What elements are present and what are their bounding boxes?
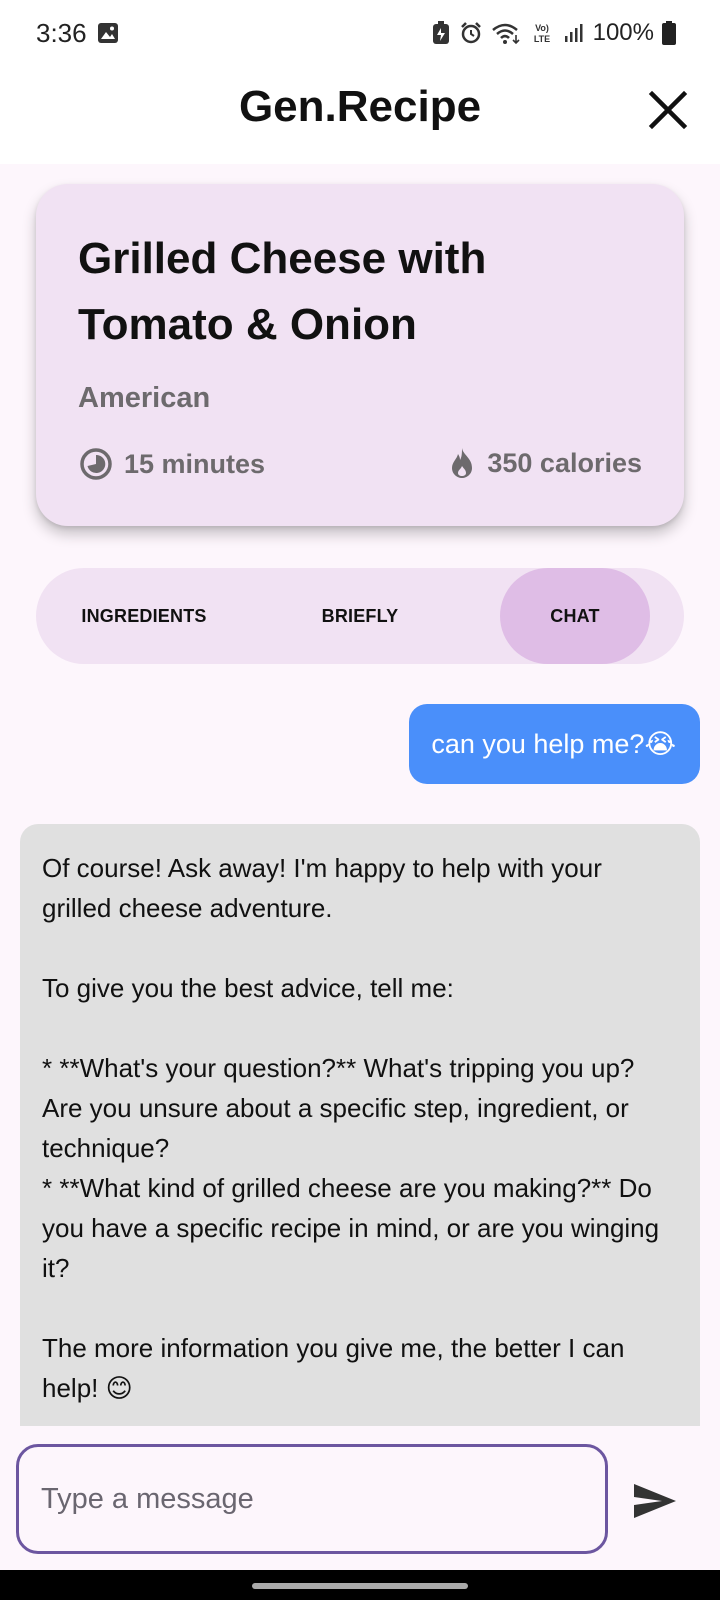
gallery-icon <box>97 22 119 44</box>
close-icon <box>648 90 688 130</box>
bot-message-gap <box>42 1288 678 1328</box>
recipe-cuisine: American <box>78 382 211 414</box>
battery-percent: 100% <box>592 19 654 46</box>
tab-chat[interactable]: CHAT <box>500 568 650 664</box>
bot-message: Of course! Ask away! I'm happy to help w… <box>20 824 700 1426</box>
status-left: 3:36 <box>36 18 119 49</box>
alarm-icon <box>459 21 483 45</box>
navigation-bar <box>0 1570 720 1600</box>
battery-saver-icon <box>431 21 451 45</box>
bot-message-line: * **What kind of grilled cheese are you … <box>42 1173 660 1283</box>
recipe-calories: 350 calories <box>447 446 642 480</box>
status-time: 3:36 <box>36 17 87 48</box>
status-right: Vo) LTE 100% <box>431 19 676 47</box>
status-bar: 3:36 Vo) LTE 100% <box>0 0 720 66</box>
bot-message-gap <box>42 1008 678 1048</box>
signal-icon <box>563 22 585 44</box>
app-bar: Gen.Recipe <box>0 66 720 164</box>
bot-message-line: * **What's your question?** What's tripp… <box>42 1053 635 1163</box>
send-icon <box>634 1484 676 1518</box>
composer <box>0 1426 720 1570</box>
tab-ingredients[interactable]: INGREDIENTS <box>36 568 252 664</box>
bot-message-line: Of course! Ask away! I'm happy to help w… <box>42 853 602 923</box>
user-message: can you help me?😭 <box>409 704 700 784</box>
svg-text:Vo): Vo) <box>535 23 549 33</box>
home-handle[interactable] <box>252 1583 468 1589</box>
recipe-tabs: INGREDIENTS BRIEFLY CHAT <box>36 568 684 664</box>
clock-icon <box>80 448 112 480</box>
volte-icon: Vo) LTE <box>529 21 555 45</box>
bot-message-gap <box>42 928 678 968</box>
recipe-time-label: 15 minutes <box>124 448 266 479</box>
bot-message-line: The more information you give me, the be… <box>42 1333 625 1403</box>
send-button[interactable] <box>630 1476 680 1526</box>
bot-message-line: To give you the best advice, tell me: <box>42 973 454 1003</box>
app-title: Gen.Recipe <box>238 82 482 131</box>
recipe-card: Grilled Cheese with Tomato & Onion Ameri… <box>36 184 684 526</box>
recipe-calories-label: 350 calories <box>487 447 642 478</box>
wifi-icon <box>491 21 521 45</box>
flame-icon <box>452 448 473 478</box>
tab-briefly[interactable]: BRIEFLY <box>252 568 468 664</box>
recipe-time: 15 minutes <box>78 446 265 482</box>
message-input[interactable] <box>16 1444 608 1554</box>
battery-icon <box>662 21 676 45</box>
close-button[interactable] <box>646 88 690 132</box>
svg-text:LTE: LTE <box>533 34 549 44</box>
recipe-title: Grilled Cheese with Tomato & Onion <box>78 234 487 349</box>
